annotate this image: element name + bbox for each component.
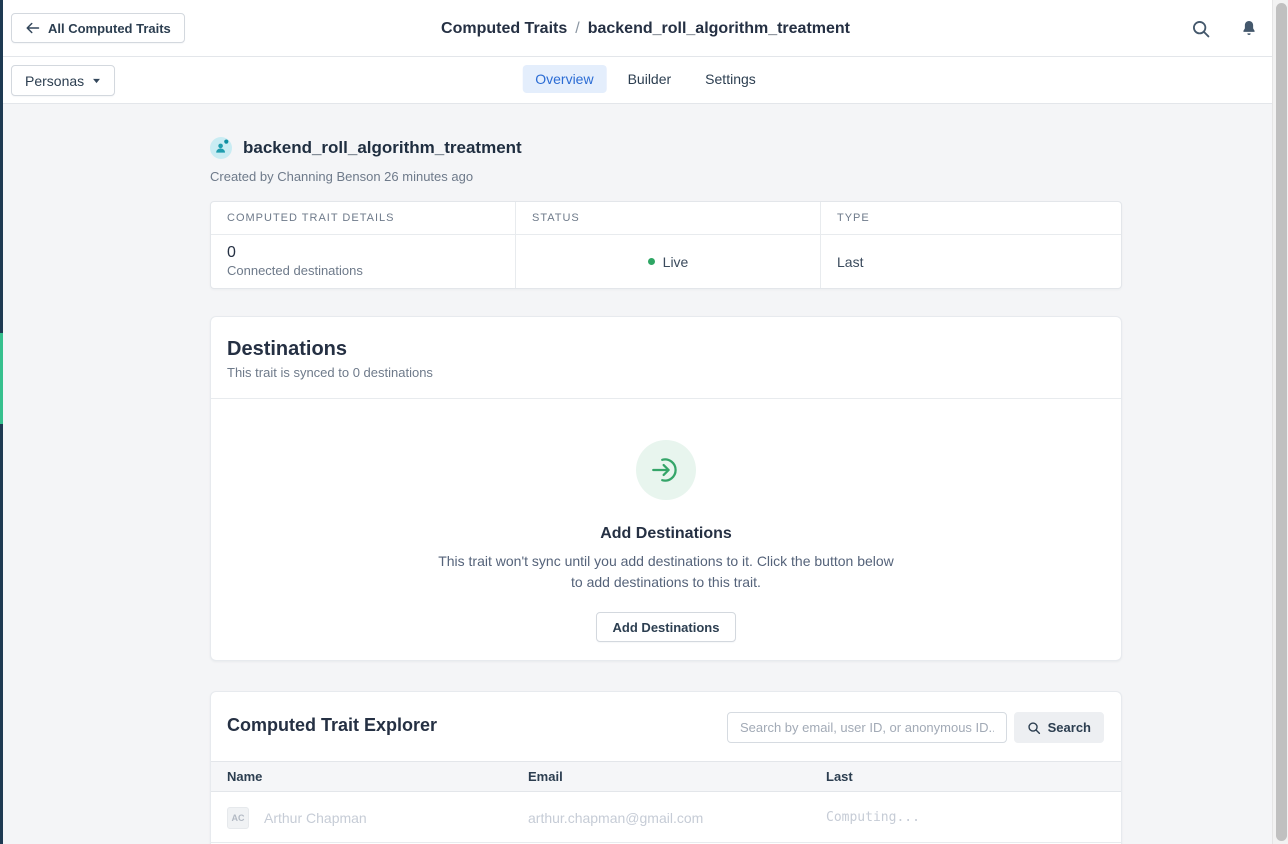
user-last-cell: Computing... <box>810 792 1121 843</box>
explorer-title: Computed Trait Explorer <box>227 715 437 736</box>
explorer-search-button-label: Search <box>1048 720 1091 735</box>
created-by-text: Created by Channing Benson 26 minutes ag… <box>210 169 473 184</box>
breadcrumb-parent[interactable]: Computed Traits <box>441 20 567 38</box>
avatar: AC <box>227 807 249 829</box>
breadcrumb: Computed Traits / backend_roll_algorithm… <box>441 0 850 57</box>
destinations-card-header: Destinations This trait is synced to 0 d… <box>211 317 1121 380</box>
type-value: Last <box>837 254 1105 270</box>
column-header-name: Name <box>211 762 512 791</box>
empty-state-description: This trait won't sync until you add dest… <box>436 551 896 593</box>
column-header-email: Email <box>512 762 810 791</box>
sub-header: Personas Overview Builder Settings <box>3 57 1288 104</box>
add-destinations-button[interactable]: Add Destinations <box>596 612 737 642</box>
user-name: Arthur Chapman <box>264 810 367 826</box>
page-title: backend_roll_algorithm_treatment <box>243 138 522 158</box>
explorer-table: Name Email Last AC Arthur Chapman arthur… <box>211 761 1121 843</box>
breadcrumb-current: backend_roll_algorithm_treatment <box>588 20 850 38</box>
live-status-dot <box>648 258 655 265</box>
status-cell: Live <box>516 235 821 288</box>
destinations-subtitle: This trait is synced to 0 destinations <box>227 365 1105 380</box>
personas-dropdown-label: Personas <box>25 73 84 89</box>
user-email-cell: arthur.chapman@gmail.com <box>512 792 810 843</box>
type-cell: Last <box>821 235 1121 288</box>
user-email: arthur.chapman@gmail.com <box>528 810 703 826</box>
search-icon <box>1027 721 1041 735</box>
details-header-type: TYPE <box>821 202 1121 234</box>
explorer-search-input[interactable] <box>727 712 1007 743</box>
trait-title-row: backend_roll_algorithm_treatment <box>210 137 522 159</box>
explorer-search-button[interactable]: Search <box>1014 712 1104 743</box>
details-value-row: 0 Connected destinations Live Last <box>211 235 1121 288</box>
back-button[interactable]: All Computed Traits <box>11 13 185 43</box>
details-header-status: STATUS <box>516 202 821 234</box>
trait-tabs: Overview Builder Settings <box>522 65 769 93</box>
tab-overview[interactable]: Overview <box>522 65 606 93</box>
scrollbar-thumb[interactable] <box>1276 3 1287 841</box>
add-destination-arrow-icon <box>649 453 683 487</box>
computed-trait-explorer-card: Computed Trait Explorer Search Name Emai… <box>210 691 1122 844</box>
empty-state-title: Add Destinations <box>211 525 1121 543</box>
empty-state-icon-circle <box>636 440 696 500</box>
notifications-bell-icon[interactable] <box>1240 19 1258 38</box>
breadcrumb-separator: / <box>575 20 579 38</box>
destinations-card: Destinations This trait is synced to 0 d… <box>210 316 1122 661</box>
status-badge: Live <box>663 254 689 270</box>
divider <box>211 398 1121 399</box>
explorer-table-header: Name Email Last <box>211 761 1121 792</box>
computing-status: Computing... <box>826 810 920 825</box>
chevron-down-icon <box>92 78 101 84</box>
column-header-last: Last <box>810 762 1121 791</box>
connected-destinations-cell: 0 Connected destinations <box>211 235 516 288</box>
vertical-scrollbar[interactable] <box>1272 0 1288 844</box>
details-header-details: COMPUTED TRAIT DETAILS <box>211 202 516 234</box>
back-button-label: All Computed Traits <box>48 21 171 36</box>
header-actions <box>1191 0 1258 57</box>
computed-trait-page: All Computed Traits Computed Traits / ba… <box>0 0 1288 844</box>
tab-settings[interactable]: Settings <box>692 65 769 93</box>
user-name-cell: AC Arthur Chapman <box>211 792 512 843</box>
details-header-row: COMPUTED TRAIT DETAILS STATUS TYPE <box>211 202 1121 235</box>
connected-destinations-label: Connected destinations <box>227 262 499 279</box>
destinations-empty-state: Add Destinations This trait won't sync u… <box>211 440 1121 642</box>
collapsed-sidebar[interactable] <box>0 0 3 844</box>
destinations-title: Destinations <box>227 338 1105 361</box>
explorer-table-body: AC Arthur Chapman arthur.chapman@gmail.c… <box>211 792 1121 843</box>
personas-dropdown[interactable]: Personas <box>11 65 115 96</box>
connected-destinations-count: 0 <box>227 244 499 262</box>
top-header: All Computed Traits Computed Traits / ba… <box>3 0 1288 57</box>
computed-trait-icon <box>210 137 232 159</box>
arrow-left-icon <box>25 21 40 35</box>
sidebar-active-indicator <box>0 333 3 424</box>
table-row[interactable]: AC Arthur Chapman arthur.chapman@gmail.c… <box>211 792 1121 843</box>
trait-details-table: COMPUTED TRAIT DETAILS STATUS TYPE 0 Con… <box>210 201 1122 289</box>
tab-builder[interactable]: Builder <box>615 65 685 93</box>
search-icon[interactable] <box>1191 19 1211 39</box>
